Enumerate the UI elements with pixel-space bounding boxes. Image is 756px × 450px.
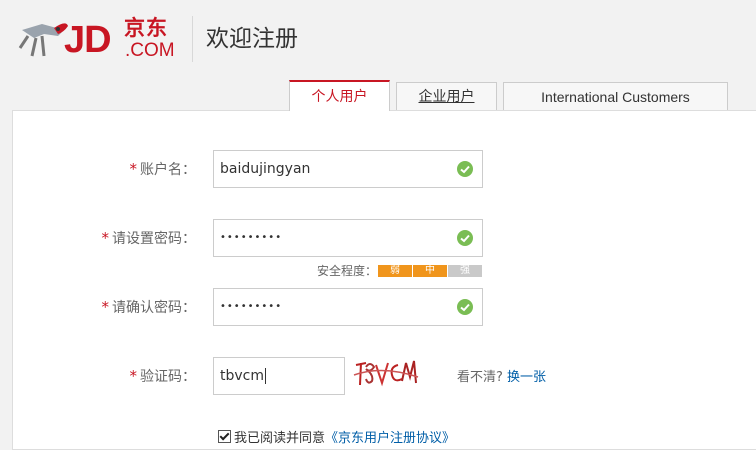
confirm-password-label: * 请确认密码： — [101, 298, 197, 316]
password-strength-label: 安全程度： — [317, 264, 378, 278]
username-input[interactable]: baidujingyan — [213, 150, 483, 188]
agreement-text: 我已阅读并同意 — [234, 431, 326, 446]
strength-weak: 弱 — [378, 265, 412, 277]
tab-personal-user[interactable]: 个人用户 — [289, 80, 390, 111]
page-title: 欢迎注册 — [206, 26, 298, 52]
logo-jd-text: JD — [64, 19, 112, 61]
captcha-help: 看不清? 换一张 — [457, 366, 546, 385]
check-valid-icon — [457, 161, 473, 177]
username-label: * 账户名： — [129, 160, 197, 178]
captcha-image[interactable] — [352, 355, 420, 391]
agreement-checkbox[interactable] — [218, 430, 231, 443]
captcha-help-text: 看不清? — [457, 370, 503, 385]
captcha-value: tbvcm — [220, 368, 264, 384]
confirm-password-input[interactable]: ••••••••• — [213, 288, 483, 326]
password-input[interactable]: ••••••••• — [213, 219, 483, 257]
jd-dog-mascot-icon — [18, 23, 68, 57]
required-mark: * — [129, 367, 138, 385]
password-label: * 请设置密码： — [101, 229, 197, 247]
strength-medium: 中 — [413, 265, 447, 277]
required-mark: * — [101, 298, 110, 316]
agreement-link[interactable]: 《京东用户注册协议》 — [325, 431, 455, 446]
check-valid-icon — [457, 299, 473, 315]
header-divider — [192, 16, 193, 62]
agreement-row: 我已阅读并同意《京东用户注册协议》 — [218, 427, 455, 446]
required-mark: * — [129, 160, 138, 178]
logo-cn-text: 京东 — [124, 16, 168, 40]
check-valid-icon — [457, 230, 473, 246]
username-value: baidujingyan — [220, 161, 311, 177]
confirm-password-value: ••••••••• — [220, 301, 283, 312]
captcha-input[interactable]: tbvcm — [213, 357, 345, 395]
tab-enterprise-user[interactable]: 企业用户 — [396, 82, 497, 111]
logo-com-text: .COM — [125, 40, 175, 61]
captcha-refresh-link[interactable]: 换一张 — [507, 370, 546, 385]
strength-strong: 强 — [448, 265, 482, 277]
captcha-label: * 验证码： — [129, 367, 197, 385]
password-value: ••••••••• — [220, 232, 283, 243]
jd-logo[interactable]: JD 京东 .COM — [14, 10, 184, 66]
password-strength-meter: 弱 中 强 — [378, 265, 483, 277]
tab-international-customers[interactable]: International Customers — [503, 82, 728, 111]
required-mark: * — [101, 229, 110, 247]
text-caret — [265, 368, 266, 384]
